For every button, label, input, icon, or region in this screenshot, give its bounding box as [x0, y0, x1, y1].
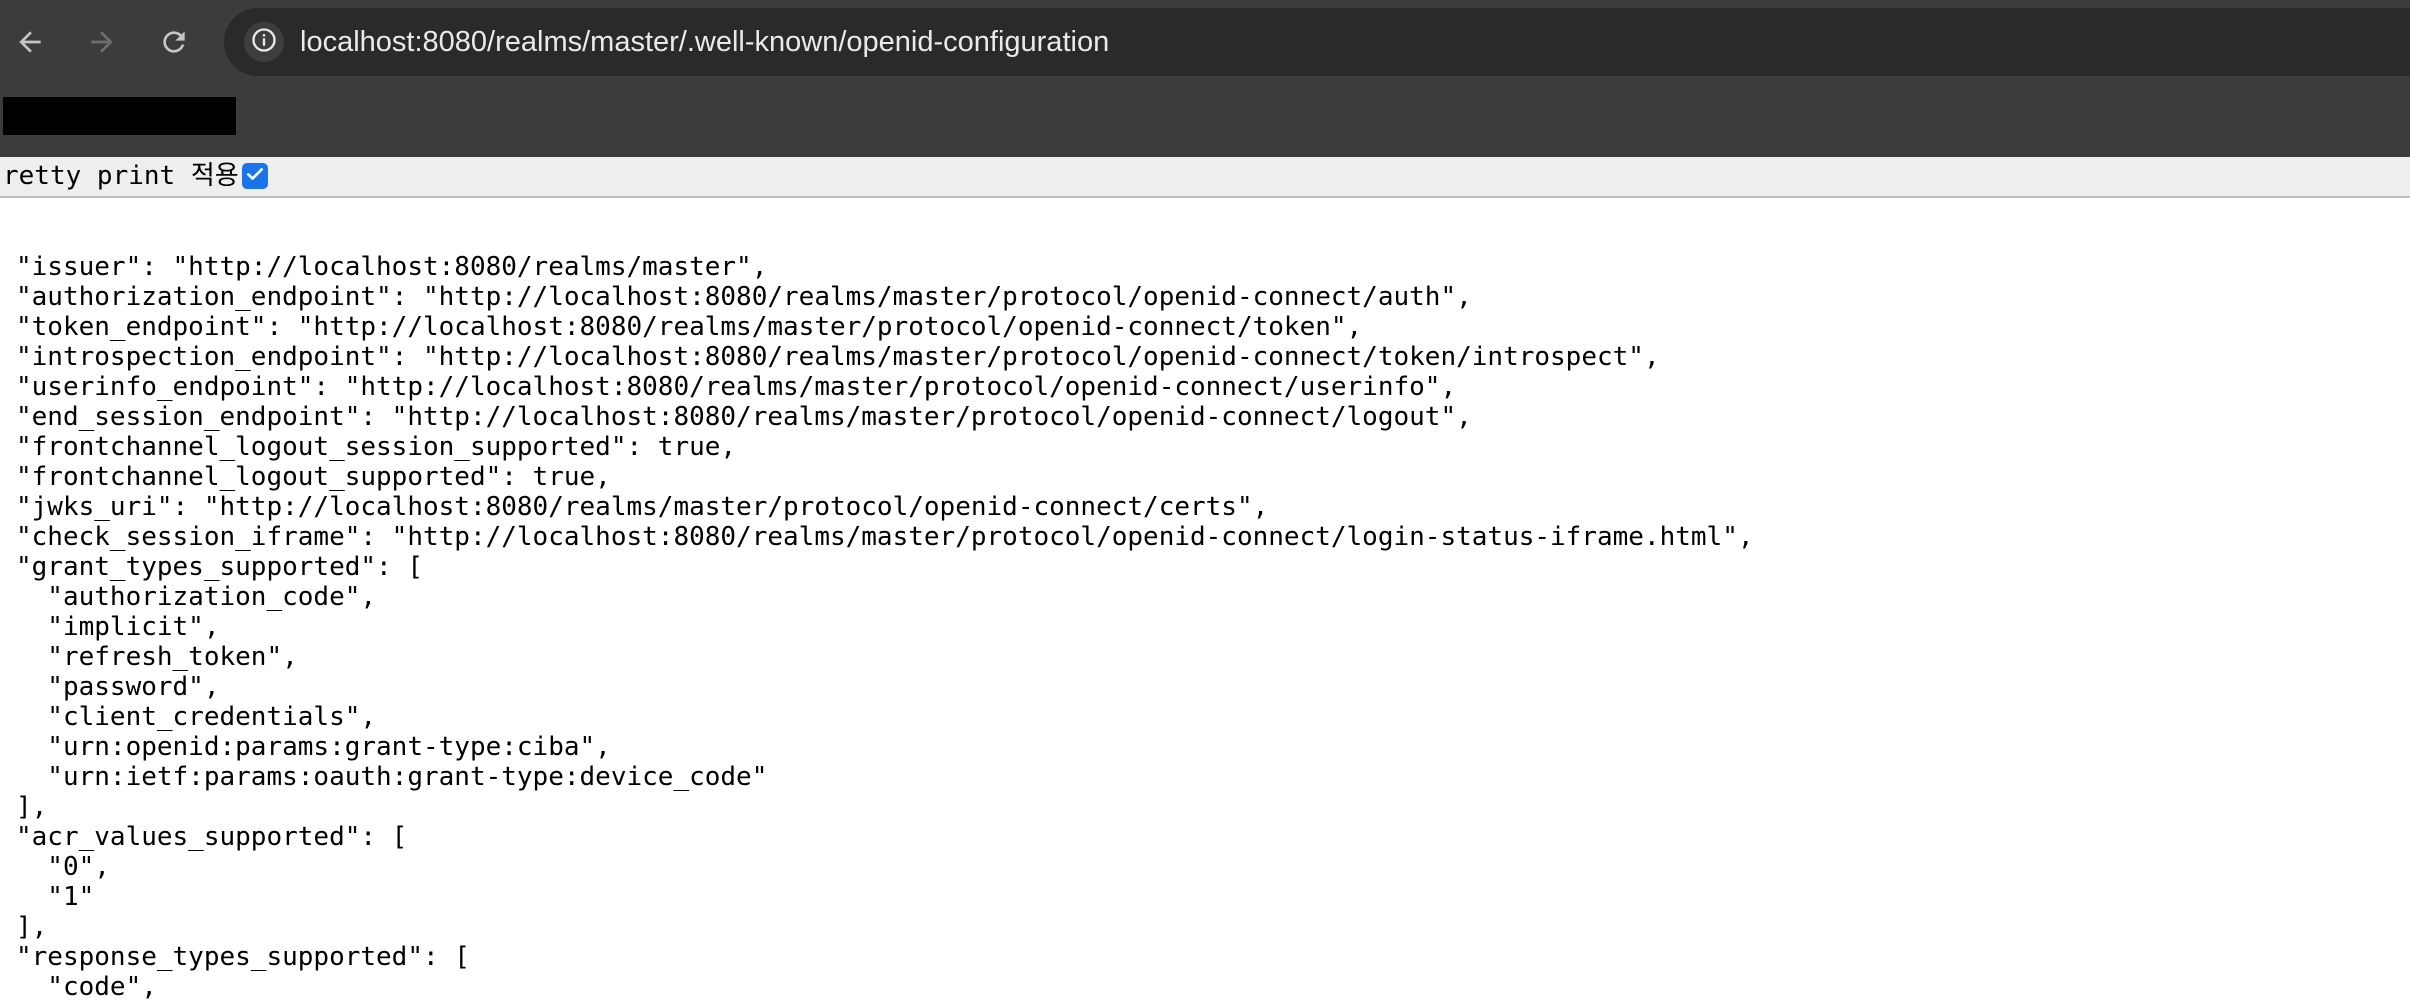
arrow-left-icon — [14, 26, 46, 58]
json-line: "userinfo_endpoint": "http://localhost:8… — [16, 372, 1457, 402]
json-line: "jwks_uri": "http://localhost:8080/realm… — [16, 492, 1269, 522]
json-line: "0", — [16, 852, 110, 882]
site-info-button[interactable] — [244, 22, 284, 62]
json-line: "authorization_endpoint": "http://localh… — [16, 282, 1472, 312]
pretty-print-checkbox[interactable] — [242, 163, 268, 189]
address-bar[interactable]: localhost:8080/realms/master/.well-known… — [224, 8, 2410, 76]
json-line: "introspection_endpoint": "http://localh… — [16, 342, 1660, 372]
json-line: "check_session_iframe": "http://localhos… — [16, 522, 1754, 552]
json-line: "password", — [16, 672, 220, 702]
json-line: "frontchannel_logout_session_supported":… — [16, 432, 737, 462]
json-line: "urn:ietf:params:oauth:grant-type:device… — [16, 762, 768, 792]
check-icon — [245, 164, 265, 189]
json-line: "code", — [16, 972, 157, 1002]
json-line: ], — [16, 912, 48, 942]
json-line: ], — [16, 792, 48, 822]
json-line: "client_credentials", — [16, 702, 377, 732]
json-line: "urn:openid:params:grant-type:ciba", — [16, 732, 611, 762]
json-line: "end_session_endpoint": "http://localhos… — [16, 402, 1472, 432]
browser-toolbar: localhost:8080/realms/master/.well-known… — [0, 0, 2410, 84]
json-line: "refresh_token", — [16, 642, 298, 672]
json-line: "response_types_supported": [ — [16, 942, 470, 972]
json-line: "implicit", — [16, 612, 220, 642]
url-text[interactable]: localhost:8080/realms/master/.well-known… — [300, 8, 1109, 76]
json-line: "issuer": "http://localhost:8080/realms/… — [16, 252, 768, 282]
redacted-bookmark — [3, 97, 236, 135]
bookmark-bar — [0, 84, 2410, 157]
json-line: "frontchannel_logout_supported": true, — [16, 462, 611, 492]
pretty-print-label: retty print 적용 — [3, 161, 239, 191]
pretty-print-bar: retty print 적용 — [0, 157, 2410, 198]
json-line: "acr_values_supported": [ — [16, 822, 408, 852]
info-icon — [250, 26, 278, 59]
json-line: "1" — [16, 882, 95, 912]
reload-icon — [158, 26, 190, 58]
json-line: "authorization_code", — [16, 582, 377, 612]
reload-button[interactable] — [146, 14, 202, 70]
forward-button[interactable] — [74, 14, 130, 70]
json-line: "token_endpoint": "http://localhost:8080… — [16, 312, 1363, 342]
json-line: "grant_types_supported": [ — [16, 552, 423, 582]
arrow-right-icon — [86, 26, 118, 58]
json-content: "issuer": "http://localhost:8080/realms/… — [16, 252, 2396, 1002]
back-button[interactable] — [2, 14, 58, 70]
